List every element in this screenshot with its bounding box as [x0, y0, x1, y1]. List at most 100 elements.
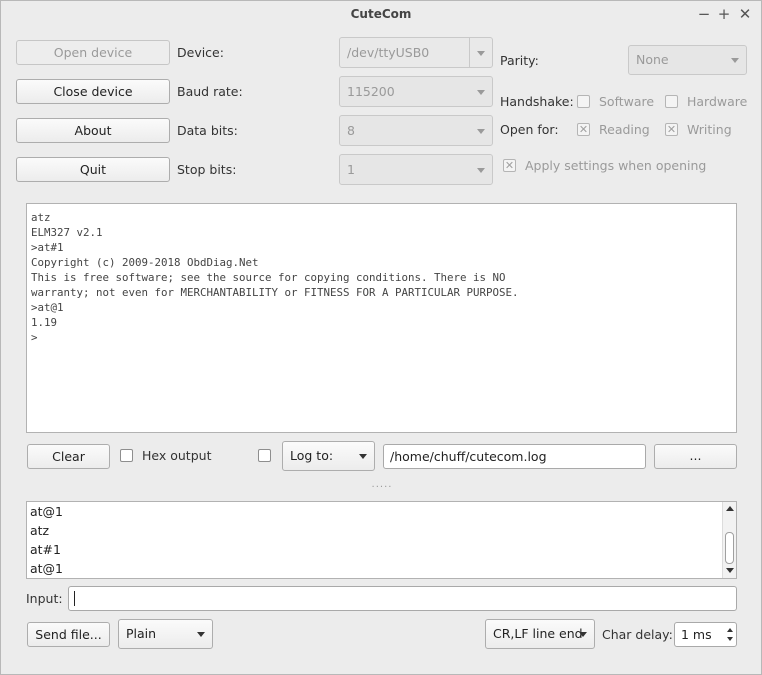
send-file-label: Send file... [35, 627, 102, 642]
input-label: Input: [26, 591, 63, 606]
check-icon: ✕ [666, 123, 677, 136]
char-delay-label: Char delay: [602, 627, 673, 642]
data-bits-label: Data bits: [177, 123, 238, 138]
command-input[interactable] [68, 586, 737, 611]
terminal-line: > [31, 331, 38, 344]
log-mode-value: Log to: [290, 448, 334, 463]
chevron-down-icon [197, 632, 205, 637]
scroll-up-icon[interactable] [726, 506, 734, 511]
quit-label: Quit [79, 162, 107, 177]
chevron-down-icon [579, 632, 587, 637]
terminal-output[interactable]: atz ELM327 v2.1 >at#1 Copyright (c) 2009-20… [26, 203, 737, 433]
text-cursor [74, 591, 75, 606]
window-title: CuteCom [350, 7, 412, 21]
writing-label: Writing [687, 122, 732, 137]
cutecom-window: CuteCom − + ✕ Open device Close device A… [0, 0, 762, 675]
terminal-line: Copyright (c) 2009-2018 ObdDiag.Net [31, 256, 259, 269]
history-item[interactable]: at@1 [27, 502, 736, 521]
char-delay-spinbox[interactable]: 1 ms [674, 622, 737, 647]
browse-label: ... [689, 448, 702, 463]
history-scrollbar[interactable] [722, 502, 736, 578]
send-mode-value: Plain [126, 626, 157, 641]
quit-button[interactable]: Quit [16, 157, 170, 182]
title-bar: CuteCom − + ✕ [1, 1, 761, 28]
close-device-label: Close device [53, 84, 133, 99]
writing-checkbox[interactable]: ✕ [665, 123, 678, 136]
reading-label: Reading [599, 122, 650, 137]
line-end-combo[interactable]: CR,LF line end [485, 619, 595, 649]
baud-rate-label: Baud rate: [177, 84, 243, 99]
chevron-down-icon [477, 89, 485, 95]
send-mode-combo[interactable]: Plain [118, 619, 213, 649]
device-label: Device: [177, 45, 224, 60]
chevron-down-icon [359, 454, 367, 459]
open-device-button[interactable]: Open device [16, 40, 170, 65]
baud-rate-value: 115200 [347, 84, 395, 99]
check-icon: ✕ [578, 123, 589, 136]
minimize-icon[interactable]: − [695, 4, 713, 24]
device-combo[interactable]: /dev/ttyUSB0 [339, 37, 493, 68]
spin-down-icon[interactable] [727, 637, 733, 641]
input-label-text: Input: [26, 591, 63, 606]
terminal-line: >at#1 [31, 241, 64, 254]
chevron-down-icon [477, 167, 485, 173]
stop-bits-value: 1 [347, 162, 355, 177]
baud-rate-combo[interactable]: 115200 [339, 76, 493, 107]
history-item[interactable]: at#1 [27, 540, 736, 559]
data-bits-value: 8 [347, 123, 355, 138]
history-item[interactable]: atz [27, 521, 736, 540]
hex-output-label: Hex output [142, 448, 212, 463]
log-mode-combo[interactable]: Log to: [282, 441, 375, 471]
chevron-down-icon [731, 58, 739, 63]
chevron-down-icon [477, 50, 485, 56]
handshake-label: Handshake: [500, 94, 574, 109]
device-value: /dev/ttyUSB0 [347, 45, 430, 60]
close-icon[interactable]: ✕ [736, 4, 754, 24]
parity-label: Parity: [500, 53, 539, 68]
terminal-line: ELM327 v2.1 [31, 226, 103, 239]
parity-combo[interactable]: None [628, 45, 747, 75]
line-end-value: CR,LF line end [493, 626, 583, 641]
about-label: About [74, 123, 112, 138]
reading-checkbox[interactable]: ✕ [577, 123, 590, 136]
splitter-handle[interactable]: ..... [367, 479, 397, 490]
chevron-down-icon [477, 128, 485, 134]
terminal-line: >at@1 [31, 301, 64, 314]
software-label: Software [599, 94, 655, 109]
scroll-down-icon[interactable] [726, 568, 734, 573]
terminal-line: atz [31, 211, 51, 224]
software-checkbox[interactable] [577, 95, 590, 108]
char-delay-value: 1 ms [681, 627, 712, 642]
apply-settings-checkbox[interactable]: ✕ [503, 159, 516, 172]
maximize-icon[interactable]: + [715, 4, 733, 24]
open-for-label: Open for: [500, 122, 559, 137]
clear-label: Clear [52, 449, 85, 464]
clear-button[interactable]: Clear [27, 444, 110, 469]
history-items: at@1 atz at#1 at@1 [27, 502, 736, 578]
history-item[interactable]: at@1 [27, 559, 736, 578]
stop-bits-combo[interactable]: 1 [339, 154, 493, 185]
terminal-line: warranty; not even for MERCHANTABILITY o… [31, 286, 519, 299]
browse-log-button[interactable]: ... [654, 444, 737, 469]
scrollbar-thumb[interactable] [725, 532, 734, 564]
open-device-label: Open device [53, 45, 133, 60]
send-file-button[interactable]: Send file... [27, 622, 110, 647]
log-path-input[interactable]: /home/chuff/cutecom.log [383, 444, 646, 469]
close-device-button[interactable]: Close device [16, 79, 170, 104]
apply-settings-label: Apply settings when opening [525, 158, 707, 173]
terminal-line: This is free software; see the source fo… [31, 271, 506, 284]
hardware-label: Hardware [687, 94, 748, 109]
parity-value: None [636, 52, 669, 67]
log-path-value: /home/chuff/cutecom.log [390, 449, 547, 464]
about-button[interactable]: About [16, 118, 170, 143]
spin-up-icon[interactable] [727, 628, 733, 632]
history-list[interactable]: at@1 atz at#1 at@1 [26, 501, 737, 579]
log-enable-checkbox[interactable] [258, 449, 271, 462]
device-combo-divider [469, 38, 470, 67]
data-bits-combo[interactable]: 8 [339, 115, 493, 146]
hex-output-checkbox[interactable] [120, 449, 133, 462]
hardware-checkbox[interactable] [665, 95, 678, 108]
stop-bits-label: Stop bits: [177, 162, 237, 177]
terminal-line: 1.19 [31, 316, 58, 329]
check-icon: ✕ [504, 159, 515, 172]
